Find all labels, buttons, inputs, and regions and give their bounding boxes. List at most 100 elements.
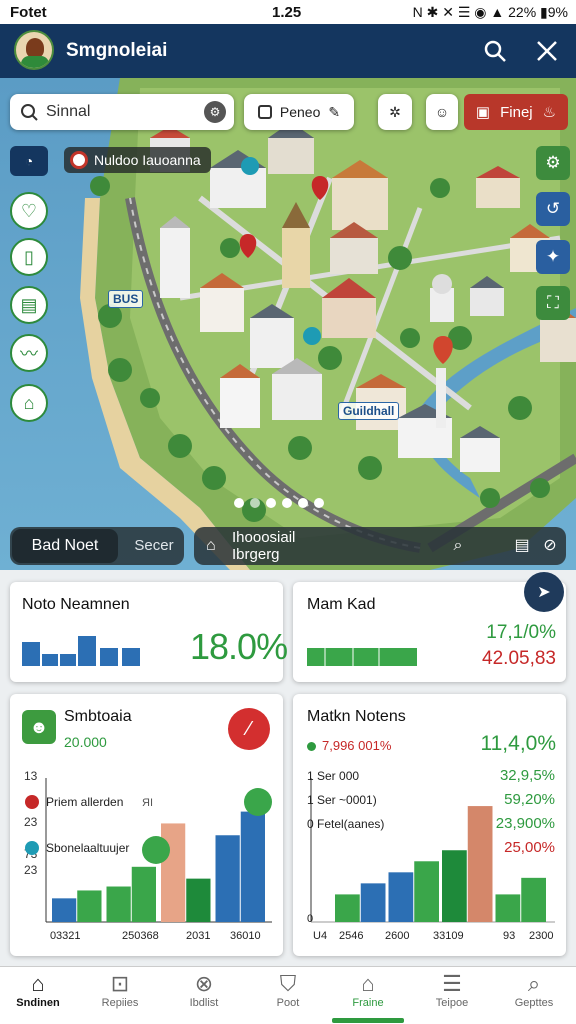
cat-icon: ☻ <box>22 710 56 744</box>
gear-icon[interactable]: ⚙ <box>536 146 570 180</box>
x-tick-label: 36010 <box>230 930 261 942</box>
carousel-dot[interactable] <box>250 498 260 508</box>
legend-label: Priem allerden <box>46 795 123 809</box>
nav-label: Fraine <box>352 997 384 1009</box>
app-screen: { "status_bar": {"left": "Fotet", "time"… <box>0 0 576 1024</box>
x-tick-label: 3321 <box>56 930 80 942</box>
page-title: Smgnoleiai <box>66 40 168 61</box>
find-button-label: Finej <box>500 103 533 121</box>
x-tick-label: 2300 <box>529 930 553 942</box>
x-tick-label: 93 <box>503 930 515 942</box>
filter-bar[interactable]: ⌂ Ihooosiail Ibrgerg­ ⌕ ▤ ⊘ <box>194 527 566 565</box>
legend-label: Sbonelaaltuujer <box>46 841 129 855</box>
nav-item-home[interactable]: ⌂ Sndinen <box>6 967 70 1024</box>
bar-series-2 <box>467 806 493 922</box>
house-icon: ⌂ <box>361 971 375 996</box>
view-segmented-control[interactable]: Bad Noet Secer <box>10 527 184 565</box>
nav-item-post[interactable]: ⛉ Poot <box>256 967 320 1024</box>
spark-icon[interactable]: ✦ <box>536 240 570 274</box>
x-tick-label: 33109 <box>433 930 464 942</box>
mini-bar <box>78 636 96 666</box>
card-value-red: 42.05,83 <box>482 648 556 669</box>
list-icon[interactable]: ▤ <box>510 534 534 558</box>
search-icon[interactable]: ⌕ <box>446 534 470 558</box>
nav-item-list[interactable]: ⊗ Ibdlist <box>172 967 236 1024</box>
carousel-dot[interactable] <box>314 498 324 508</box>
bar-series-2 <box>414 861 439 922</box>
map-label-building[interactable]: Guildhall <box>338 402 400 420</box>
inbox-icon: ⊡ <box>110 971 130 996</box>
nav-item-frame[interactable]: ⌂ Fraine <box>336 967 400 1024</box>
nav-label: Sndinen <box>16 997 60 1009</box>
recycle-icon[interactable]: ✲ <box>378 94 412 130</box>
person-icon[interactable]: ☺ <box>426 94 458 130</box>
chart-card-2[interactable]: Matkn Notens 7,996 001% 11,4,0% 1 Ser 00… <box>293 694 566 956</box>
y-tick-label: 23 <box>24 863 38 877</box>
carousel-dot[interactable] <box>266 498 276 508</box>
mini-bar <box>22 642 40 666</box>
home-icon: ⌂ <box>31 971 45 996</box>
phone-icon[interactable]: ▯ <box>10 238 48 276</box>
bar-series-1 <box>106 886 131 922</box>
filter-chip[interactable]: Peneo ✎ <box>244 94 354 130</box>
edit-icon[interactable]: ⁄ <box>228 708 270 750</box>
x-tick-label: 250368 <box>122 930 159 942</box>
place-icon <box>70 151 88 169</box>
mini-bar <box>100 648 118 666</box>
row-label: 1 Ser ~0001) <box>307 793 377 807</box>
frame-icon[interactable]: ⛶ <box>536 286 570 320</box>
heart-icon[interactable]: ♡ <box>10 192 48 230</box>
briefcase-icon: ▣ <box>475 104 491 121</box>
bar-series-2 <box>360 883 386 922</box>
avatar[interactable] <box>14 30 54 70</box>
layers-icon: ☰ <box>442 971 462 996</box>
route-icon[interactable]: 〰 <box>10 334 48 372</box>
mini-bar-chart <box>307 648 417 666</box>
map-icon: ⊗ <box>194 971 214 996</box>
nav-item-layers[interactable]: ☰ Teipoe <box>420 967 484 1024</box>
bar-chart-1: 13237323Priem allerdenЯISbonelaaltuujer0… <box>24 769 272 942</box>
close-icon[interactable] <box>532 36 562 66</box>
row-label: 0 Fetel(aanes) <box>307 817 384 831</box>
stat-card-1[interactable]: Noto Neamnen 18.0% <box>10 582 288 682</box>
segment-other[interactable]: Secer <box>124 527 184 565</box>
right-value: 25,00% <box>504 839 555 856</box>
location-toggle[interactable]: ◔ <box>10 146 48 176</box>
carousel-dot[interactable] <box>298 498 308 508</box>
card-value: 11,4,0% <box>480 732 557 755</box>
carousel-dots[interactable] <box>234 498 324 508</box>
map-label-bus[interactable]: BUS <box>108 290 144 308</box>
bell-icon[interactable]: ⌂ <box>10 384 48 422</box>
bar-series-2 <box>240 811 265 922</box>
find-button[interactable]: ▣ Finej ♨ <box>464 94 568 130</box>
search-icon[interactable] <box>480 36 510 66</box>
checkbox-icon <box>257 105 272 119</box>
zoom-icon[interactable]: ⊘ <box>538 534 562 558</box>
cup-icon: ♨ <box>542 104 557 121</box>
book-icon[interactable]: ▤ <box>10 286 48 324</box>
chart-card-1[interactable]: ☻ Smbtoaia 20.000 ⁄ 13237323Priem allerd… <box>10 694 283 956</box>
card-title: Noto Neamnen <box>22 596 130 613</box>
card-title: Mam Kad <box>307 596 376 613</box>
mini-bar <box>60 654 76 666</box>
card-delta-text: 7,996 001% <box>322 738 392 753</box>
nav-item-replies[interactable]: ⊡ Repiies <box>88 967 152 1024</box>
bar-series-1 <box>442 850 467 922</box>
nav-item-search[interactable]: ⌕ Gepttes <box>502 967 566 1024</box>
bar-series-1 <box>161 823 186 922</box>
bar-series-1 <box>495 894 521 922</box>
navigate-button[interactable]: ➤ <box>524 572 564 612</box>
right-value: 59,20% <box>504 791 555 808</box>
location-tag[interactable]: Nuldoo Iauoanna <box>64 147 211 173</box>
search-input[interactable]: Sinnal ⚙ <box>10 94 234 130</box>
carousel-dot[interactable] <box>282 498 292 508</box>
filter-bar-text: Ihooosiail Ibrgerg­ <box>232 529 296 563</box>
share-icon[interactable]: ↺ <box>536 192 570 226</box>
row-label: 1 Ser 000 <box>307 769 359 783</box>
carousel-dot[interactable] <box>234 498 244 508</box>
segment-active[interactable]: Bad Noet <box>12 529 118 563</box>
filter-chip-label: Peneo <box>279 104 321 120</box>
pen-icon: ✎ <box>328 103 341 120</box>
y-tick-label: 13 <box>24 769 38 783</box>
settings-icon[interactable]: ⚙ <box>204 101 226 123</box>
